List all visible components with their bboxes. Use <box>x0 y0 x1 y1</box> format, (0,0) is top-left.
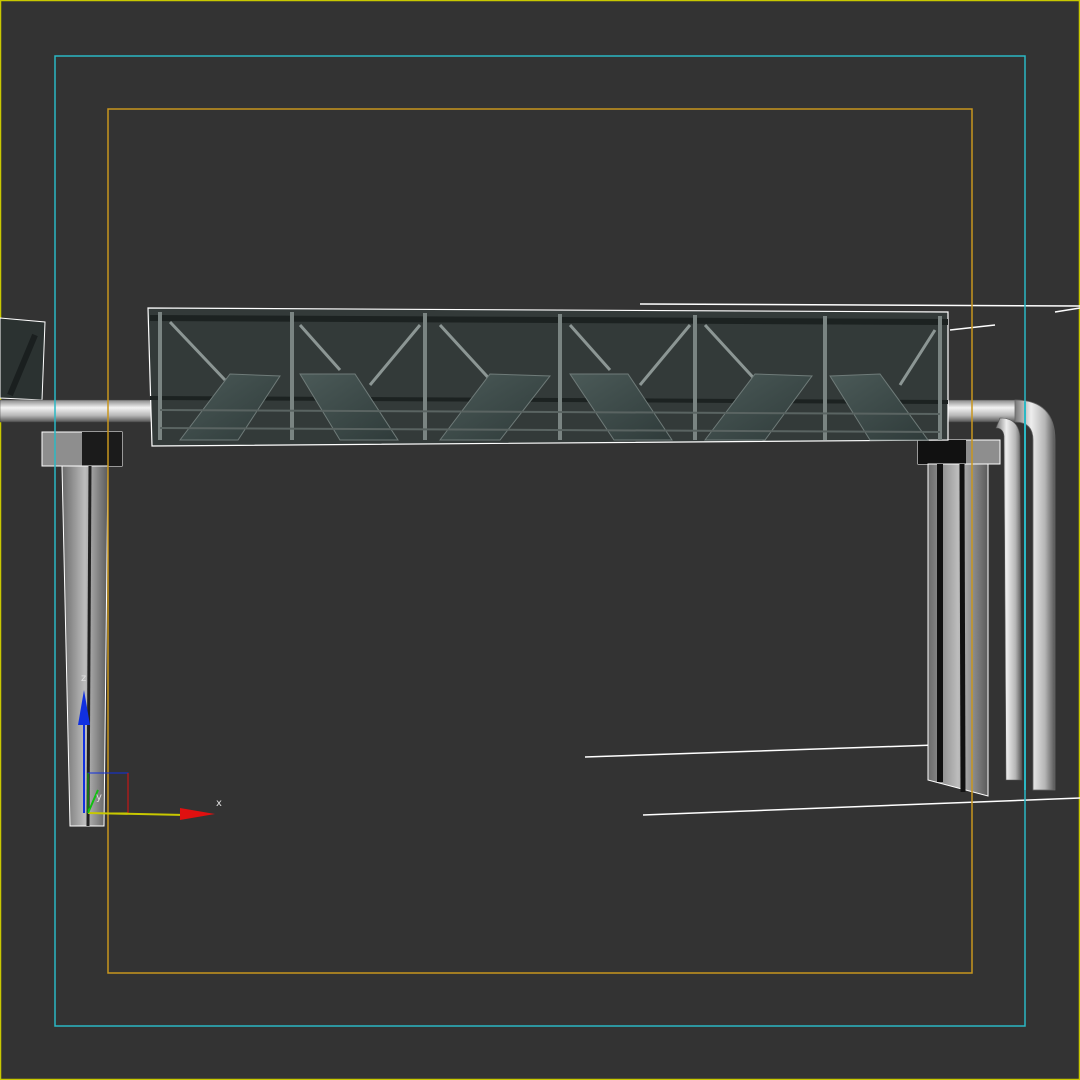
safe-frame-action <box>54 55 1026 1027</box>
main-pipe <box>0 399 1056 791</box>
safe-frame-title <box>107 108 973 974</box>
right-support <box>917 439 1001 797</box>
truss-bridge <box>147 307 949 447</box>
x-axis-label: x <box>216 798 222 809</box>
z-axis-label: z <box>81 673 86 684</box>
viewport[interactable]: x z y <box>0 0 1080 1080</box>
viewport-scene[interactable]: x z y <box>0 0 1080 1080</box>
y-axis-label: y <box>96 792 102 803</box>
left-partial-structure <box>0 317 46 401</box>
active-viewport-border <box>0 0 1080 1080</box>
left-support <box>41 431 123 827</box>
x-axis-arrow <box>180 808 215 820</box>
